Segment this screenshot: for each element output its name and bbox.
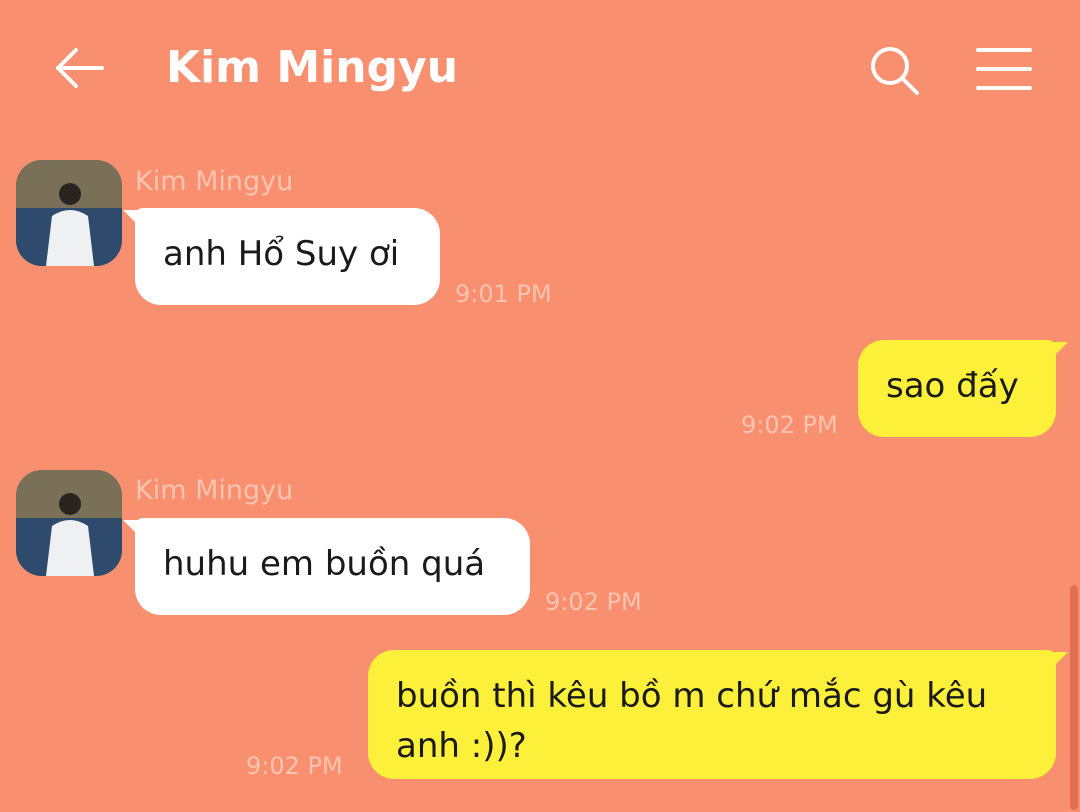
outgoing-message-bubble[interactable]: buồn thì kêu bồ m chứ mắc gù kêu anh :))… [368, 650, 1068, 779]
menu-icon [976, 48, 1032, 90]
sender-name: Kim Mingyu [135, 475, 294, 506]
top-bar: Kim Mingyu [0, 0, 1080, 140]
sender-name: Kim Mingyu [135, 166, 294, 197]
message-timestamp: 9:01 PM [455, 280, 552, 308]
search-icon [871, 47, 919, 95]
back-button[interactable] [52, 40, 108, 96]
search-button[interactable] [866, 42, 922, 98]
message-text: buồn thì kêu bồ m chứ mắc gù kêu anh :))… [396, 676, 988, 766]
message-text: huhu em buồn quá [163, 544, 486, 584]
sender-avatar[interactable] [16, 470, 122, 576]
message-timestamp: 9:02 PM [741, 411, 838, 439]
outgoing-message-bubble[interactable]: sao đấy [858, 340, 1068, 437]
message-text: sao đấy [886, 366, 1019, 406]
scrollbar[interactable] [1070, 585, 1078, 810]
menu-button[interactable] [972, 42, 1036, 98]
message-timestamp: 9:02 PM [545, 588, 642, 616]
incoming-message-bubble[interactable]: huhu em buồn quá [123, 518, 530, 615]
sender-avatar[interactable] [16, 160, 122, 266]
message-text: anh Hổ Suy ơi [163, 234, 400, 274]
chat-title: Kim Mingyu [166, 42, 459, 93]
message-timestamp: 9:02 PM [246, 752, 343, 780]
avatar-photo [16, 160, 122, 266]
avatar-photo [16, 470, 122, 576]
incoming-message-bubble[interactable]: anh Hổ Suy ơi [123, 208, 440, 305]
arrow-left-icon [56, 48, 104, 88]
